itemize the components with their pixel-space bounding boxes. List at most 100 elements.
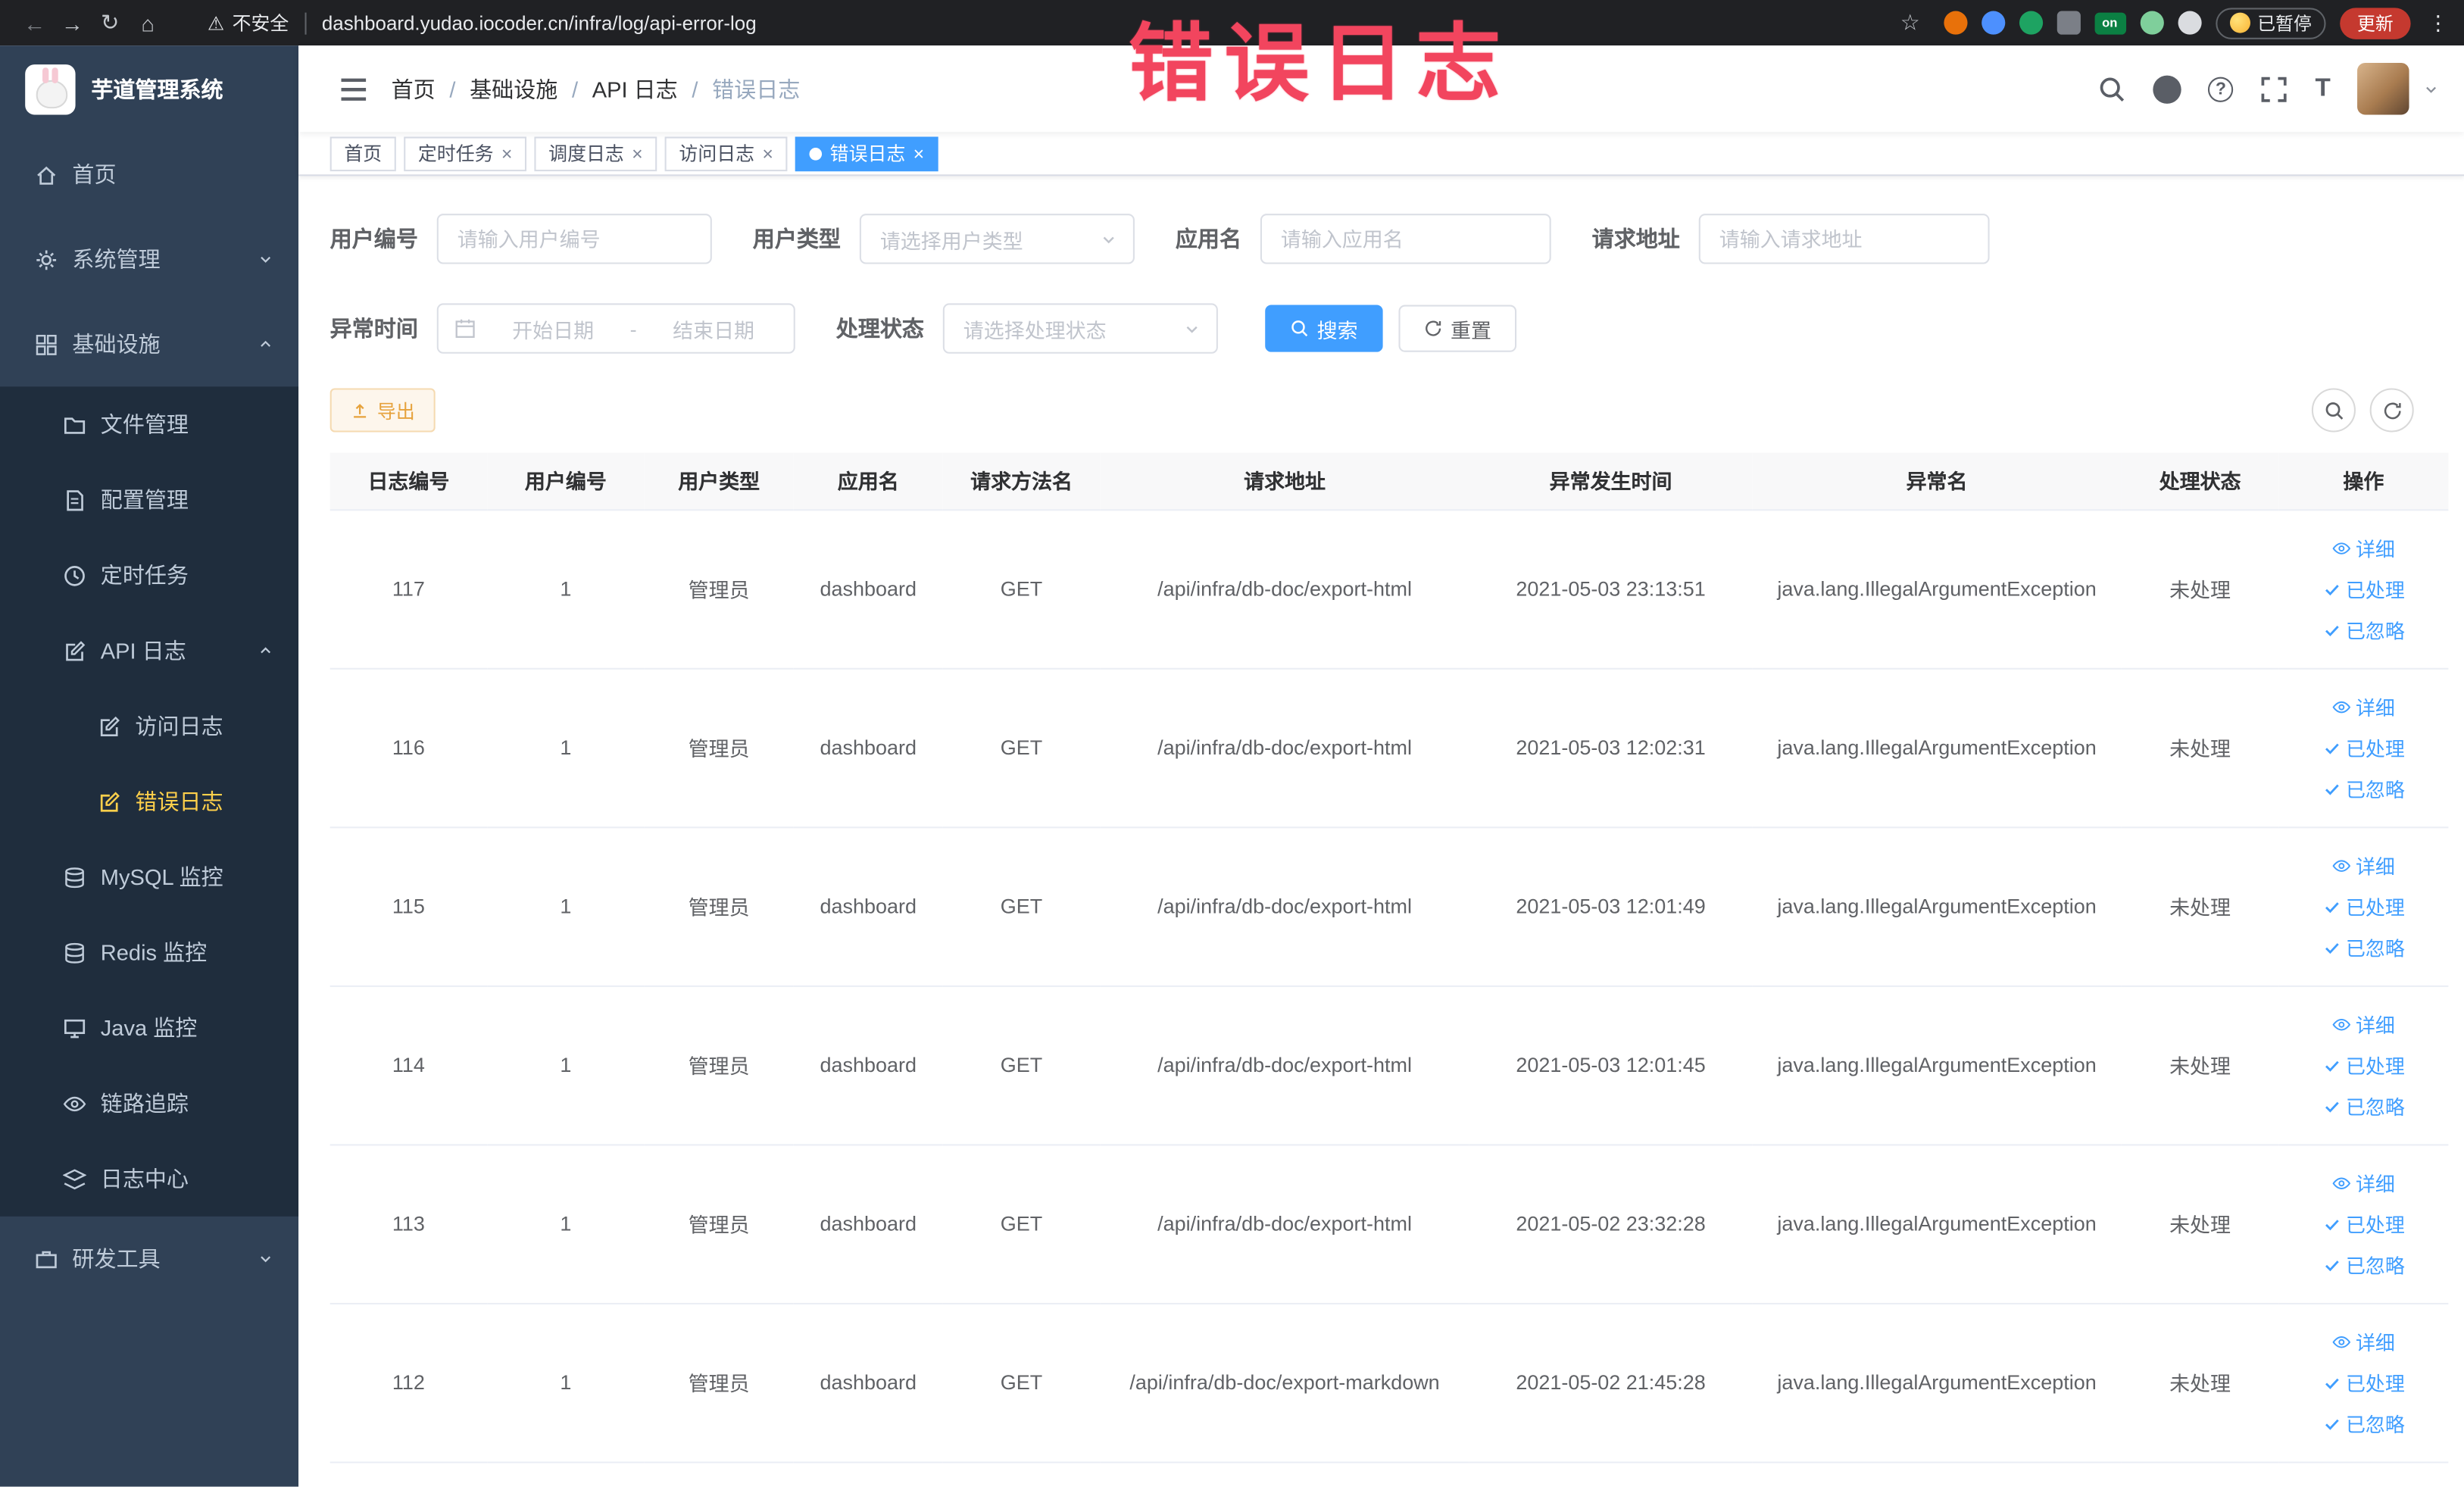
request-url-input[interactable] [1698,214,1990,264]
cell-request-url: /api/infra/db-doc/export-markdown [1100,1302,1469,1463]
extension-paw-icon[interactable] [2177,11,2201,35]
sidebar-item-java-monitor[interactable]: Java 监控 [0,990,298,1066]
check-icon [2322,779,2341,798]
extension-icon-3[interactable] [2018,11,2043,35]
home-icon [35,163,58,186]
warning-icon: ⚠ [207,11,225,34]
export-button[interactable]: 导出 [329,388,436,433]
sidebar-fold-icon[interactable] [338,73,369,104]
reset-button[interactable]: 重置 [1398,305,1517,352]
question-icon[interactable]: ? [2208,76,2234,102]
font-size-icon[interactable]: T [2315,76,2330,102]
sidebar-item-log-center[interactable]: 日志中心 [0,1141,298,1217]
browser-reload-icon[interactable]: ↻ [91,4,129,42]
mark-processed-link[interactable]: 已处理 [2322,891,2405,920]
sidebar-item-error-log[interactable]: 错误日志 [0,764,298,839]
app-name-input[interactable] [1260,214,1551,264]
browser-menu-icon[interactable]: ⋮ [2428,10,2448,35]
detail-link[interactable]: 详细 [2332,1009,2395,1039]
infrastructure-submenu: 文件管理 配置管理 定时任务 API 日志 访问日志 错误日志 MySQL 监控… [0,386,299,1217]
extension-on-badge[interactable]: on [2094,11,2126,34]
cell-user-type: 管理员 [644,1302,794,1463]
app-title: 芋道管理系统 [91,76,223,102]
extension-icon-1[interactable] [1943,11,1967,35]
cell-request-url: /api/infra/db-doc/export-html [1100,1144,1469,1304]
sidebar-item-dev-tools[interactable]: 研发工具 [0,1217,298,1301]
doc-icon [63,488,86,511]
active-tab-dot [809,146,823,160]
bookmark-star-icon[interactable]: ☆ [1891,4,1929,42]
mark-ignored-link[interactable]: 已忽略 [2322,614,2405,644]
sidebar-item-infrastructure[interactable]: 基础设施 [0,301,298,386]
sidebar-item-api-log[interactable]: API 日志 [0,613,298,689]
search-button[interactable]: 搜索 [1265,305,1383,352]
chevron-down-icon[interactable] [2423,81,2439,97]
tab-scheduled-tasks[interactable]: 定时任务 × [404,136,527,171]
mark-processed-link[interactable]: 已处理 [2322,573,2405,603]
breadcrumb-home[interactable]: 首页 [392,73,436,104]
mark-processed-link[interactable]: 已处理 [2322,1208,2405,1238]
chevron-down-icon [258,251,273,267]
detail-link[interactable]: 详细 [2332,533,2395,562]
sidebar-item-redis-monitor[interactable]: Redis 监控 [0,914,298,990]
mark-processed-link[interactable]: 已处理 [2322,1367,2405,1397]
search-icon[interactable] [2098,75,2126,103]
github-icon[interactable] [2153,74,2182,103]
breadcrumb-infrastructure[interactable]: 基础设施 [470,73,557,104]
close-icon[interactable]: × [913,144,925,163]
mark-processed-link[interactable]: 已处理 [2322,1050,2405,1079]
exception-time-range-picker[interactable]: 开始日期 - 结束日期 [436,303,795,354]
user-type-select[interactable]: 请选择用户类型 [859,214,1135,264]
profile-paused-chip[interactable]: 已暂停 [2215,7,2326,39]
detail-link[interactable]: 详细 [2332,692,2395,721]
close-icon[interactable]: × [632,144,643,163]
browser-forward-icon[interactable]: → [54,4,92,42]
extension-leaf-icon[interactable] [2139,11,2163,35]
browser-home-icon[interactable]: ⌂ [129,4,167,42]
cell-exception-name: java.lang.IllegalArgumentException [1752,985,2122,1145]
sidebar-item-mysql-monitor[interactable]: MySQL 监控 [0,839,298,915]
cell-status: 未处理 [2121,1302,2279,1463]
detail-link[interactable]: 详细 [2332,850,2395,879]
sidebar-item-config-mgmt[interactable]: 配置管理 [0,462,298,538]
sidebar-item-system-mgmt[interactable]: 系统管理 [0,217,298,301]
mark-ignored-link[interactable]: 已忽略 [2322,1408,2405,1438]
breadcrumb-api-log[interactable]: API 日志 [592,73,678,104]
tab-schedule-log[interactable]: 调度日志 × [534,136,657,171]
toggle-search-button[interactable] [2311,388,2356,433]
refresh-button[interactable] [2369,388,2414,433]
detail-link[interactable]: 详细 [2332,1168,2395,1198]
mark-ignored-link[interactable]: 已忽略 [2322,1091,2405,1120]
browser-back-icon[interactable]: ← [16,4,54,42]
extension-icon-4[interactable] [2056,11,2080,35]
tab-access-log[interactable]: 访问日志 × [664,136,788,171]
sidebar-item-home[interactable]: 首页 [0,132,298,217]
check-icon [2322,738,2341,757]
sidebar-item-file-mgmt[interactable]: 文件管理 [0,386,298,462]
fullscreen-icon[interactable] [2260,75,2288,103]
close-icon[interactable]: × [762,144,773,163]
mark-processed-link[interactable]: 已处理 [2322,733,2405,762]
sidebar-item-scheduled-tasks[interactable]: 定时任务 [0,538,298,614]
extension-icon-2[interactable] [1981,11,2005,35]
chevron-down-icon [258,1251,273,1267]
site-security[interactable]: ⚠ 不安全 [208,9,289,36]
chrome-update-button[interactable]: 更新 [2340,7,2411,39]
tab-home[interactable]: 首页 [329,136,396,171]
sidebar-item-trace[interactable]: 链路追踪 [0,1066,298,1142]
gear-icon [35,248,58,271]
mark-ignored-link[interactable]: 已忽略 [2322,773,2405,803]
sidebar-menu: 首页 系统管理 基础设施 文件管理 配置管理 定时任务 API 日志 访问日志 … [0,132,299,1301]
search-icon [2323,400,2344,420]
address-bar[interactable]: dashboard.yudao.iocoder.cn/infra/log/api… [322,12,757,34]
tab-error-log[interactable]: 错误日志 × [795,136,938,171]
user-avatar[interactable] [2357,62,2409,115]
user-id-input[interactable] [436,214,712,264]
detail-link[interactable]: 详细 [2332,1326,2395,1356]
mark-ignored-link[interactable]: 已忽略 [2322,1249,2405,1279]
mark-ignored-link[interactable]: 已忽略 [2322,932,2405,961]
app-logo[interactable]: 芋道管理系统 [0,45,298,132]
sidebar-item-access-log[interactable]: 访问日志 [0,689,298,764]
process-status-select[interactable]: 请选择处理状态 [942,303,1218,354]
close-icon[interactable]: × [501,144,513,163]
